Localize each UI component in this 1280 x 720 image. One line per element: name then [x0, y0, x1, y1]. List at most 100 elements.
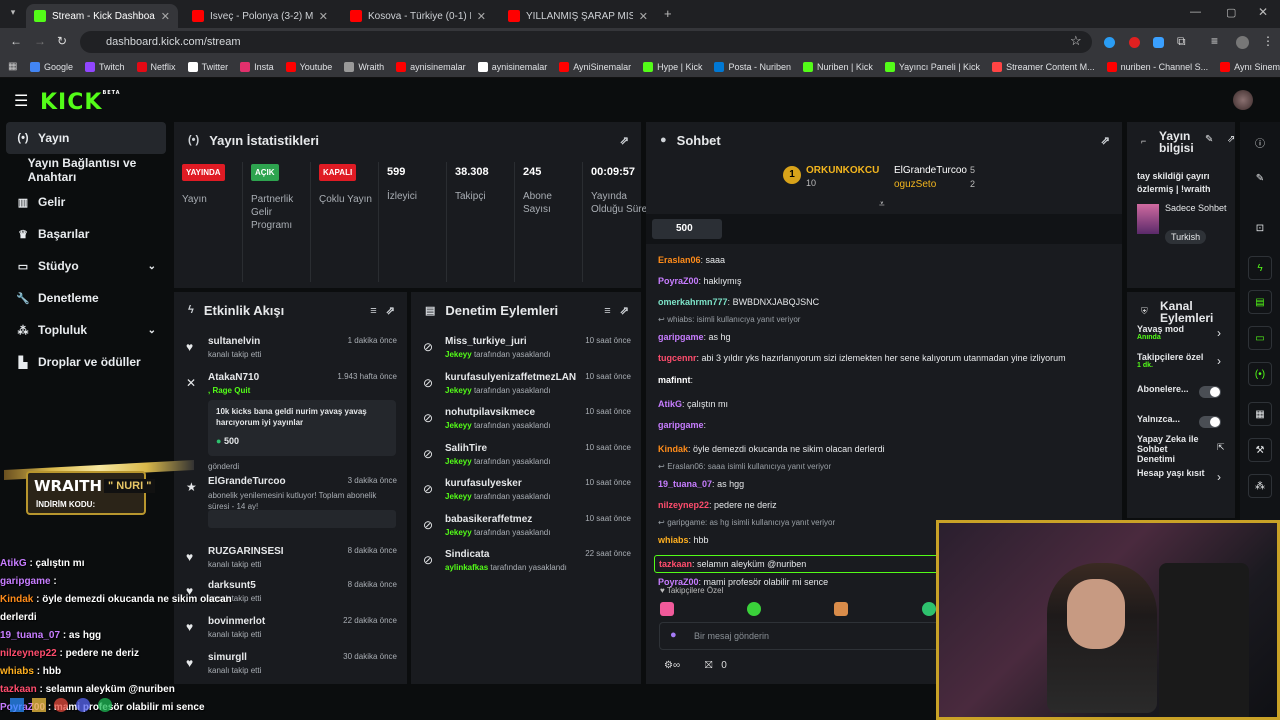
new-tab-button[interactable]: + [664, 6, 672, 21]
hamburger-menu-icon[interactable]: ☰ [14, 91, 28, 111]
profile-avatar[interactable] [1236, 36, 1249, 49]
extension-icon-1[interactable] [1104, 37, 1115, 48]
banned-user[interactable]: kurufasulyesker [445, 478, 522, 489]
filter-and-popout-icons[interactable]: ≡ ⇗ [370, 304, 395, 317]
bookmark-item[interactable]: aynisinemalar [477, 61, 547, 72]
banned-user[interactable]: SalihTire [445, 443, 487, 454]
banned-user[interactable]: Miss_turkiye_juri [445, 336, 527, 347]
bookmark-item[interactable]: Nuriben | Kick [802, 61, 873, 72]
chat-icon[interactable]: ▭ [1248, 326, 1272, 350]
chevron-right-icon[interactable]: › [1217, 470, 1221, 484]
microphone-icon[interactable]: ● [670, 629, 677, 641]
popout-icon[interactable]: ⇗ [1227, 134, 1235, 145]
channel-action-item[interactable]: Takipçilere özel 1 dk. › [1137, 352, 1229, 369]
maximize-button[interactable]: ▢ [1226, 6, 1236, 19]
moderator-name[interactable]: Jekeyy [445, 457, 472, 466]
moderator-name[interactable]: aylinkafkas [445, 563, 488, 572]
tab-search-icon[interactable]: ▾ [6, 7, 20, 21]
reload-icon[interactable]: ↻ [57, 34, 67, 48]
bookmark-item[interactable]: Youtube [285, 61, 332, 72]
pinned-kicks-pill[interactable]: 500 [652, 219, 722, 239]
extensions-puzzle-icon[interactable]: ⧉ [1177, 34, 1186, 49]
info-icon[interactable]: ⓘ [1248, 130, 1272, 154]
bookmark-item[interactable]: nuriben - Channel S... [1106, 61, 1208, 72]
chat-username[interactable]: 19_tuana_07 [658, 479, 712, 489]
chevron-right-icon[interactable]: › [1217, 354, 1221, 368]
gifter-3-name[interactable]: oguzSeto [894, 179, 936, 190]
sidebar-item[interactable]: ▭ Stüdyo ⌄ [0, 250, 172, 282]
lightning-icon[interactable]: ϟ [1248, 256, 1272, 280]
emote-1[interactable] [660, 602, 674, 616]
channel-action-item[interactable]: Yapay Zeka ile Sohbet Denetimi ⇱ [1137, 434, 1229, 464]
category-name[interactable]: Sadece Sohbet [1165, 202, 1231, 214]
bookmark-item[interactable]: Streamer Content M... [992, 61, 1095, 72]
popout-icon[interactable]: ⇗ [1101, 134, 1110, 147]
browser-menu-icon[interactable]: ⋮ [1262, 34, 1274, 48]
gifter-2-name[interactable]: ElGrandeTurcoo [894, 165, 967, 176]
external-link-icon[interactable]: ⇱ [1217, 442, 1225, 453]
chat-username[interactable]: PoyraZ00 [658, 276, 699, 286]
chevron-right-icon[interactable]: › [1217, 326, 1221, 340]
chevron-down-icon[interactable]: ⌄ [148, 261, 156, 272]
moderator-name[interactable]: Jekeyy [445, 386, 472, 395]
banned-user[interactable]: babasikeraffetmez [445, 514, 532, 525]
top-gifter-name[interactable]: ORKUNKOKCU [806, 165, 879, 176]
toggle-switch[interactable] [1199, 416, 1221, 428]
sidebar-item[interactable]: ♛ Başarılar [0, 218, 172, 250]
popout-icon[interactable]: ⇗ [620, 134, 629, 147]
emote-3[interactable] [834, 602, 849, 616]
back-icon[interactable]: ← [10, 34, 22, 48]
edit-icon[interactable]: ✎ [1205, 134, 1213, 145]
sidebar-item[interactable]: Yayın Bağlantısı ve Anahtarı [0, 154, 172, 186]
forward-icon[interactable]: → [34, 34, 46, 48]
bookmark-item[interactable]: Google [30, 61, 73, 72]
bookmark-item[interactable]: Netflix [136, 61, 176, 72]
reading-list-icon[interactable]: ≡ [1211, 34, 1218, 48]
bookmark-item[interactable]: Yayıncı Paneli | Kick [884, 61, 980, 72]
bookmark-item[interactable]: Aynı Sinemalar - Ça... [1220, 61, 1280, 72]
browser-tab[interactable]: Kosova - Türkiye (0-1) Maç Özeti✕ [342, 4, 494, 28]
chevron-down-icon[interactable]: ⌄ [148, 325, 156, 336]
bookmark-item[interactable]: Posta - Nuriben [714, 61, 791, 72]
channel-points-icon[interactable]: ⚙∞ [664, 660, 680, 671]
close-tab-icon[interactable]: ✕ [633, 10, 648, 23]
sidebar-item[interactable]: ▥ Gelir [0, 186, 172, 218]
bookmark-item[interactable]: Twitch [85, 61, 125, 72]
explorer-icon[interactable] [32, 698, 46, 712]
sidebar-item[interactable]: (•) Yayın [6, 122, 166, 154]
windows-start-icon[interactable] [10, 698, 24, 712]
spotify-icon[interactable] [98, 698, 112, 712]
chat-username[interactable]: whiabs [658, 535, 689, 545]
discord-icon[interactable] [76, 698, 90, 712]
browser-tab[interactable]: İsveç - Polonya (3-2) Maç Özeti✕ [184, 4, 336, 28]
collapse-icon[interactable]: ⩡ [879, 199, 885, 210]
banned-user[interactable]: Sindicata [445, 549, 489, 560]
chat-username[interactable]: tazkaan [659, 559, 692, 569]
extension-icon-3[interactable] [1153, 37, 1164, 48]
filter-and-popout-icons[interactable]: ≡ ⇗ [604, 304, 629, 317]
category-thumbnail[interactable] [1137, 204, 1159, 234]
sidebar-item[interactable]: ⁂ Topluluk ⌄ [0, 314, 172, 346]
chat-username[interactable]: garipgame [658, 420, 704, 430]
focus-icon[interactable]: ⊡ [1248, 216, 1272, 240]
chat-username[interactable]: Eraslan06 [658, 255, 701, 265]
banned-user[interactable]: nohutpilavsikmece [445, 407, 535, 418]
url-field[interactable]: dashboard.kick.com/stream [80, 31, 1092, 53]
chat-username[interactable]: nilzeynep22 [658, 500, 709, 510]
close-tab-icon[interactable]: ✕ [155, 10, 170, 23]
apps-grid-icon[interactable]: ▦ [8, 61, 17, 72]
kick-logo[interactable]: KICKBETA [40, 90, 121, 115]
chrome-icon[interactable] [54, 698, 68, 712]
close-tab-icon[interactable]: ✕ [471, 10, 486, 23]
emote-2[interactable] [747, 602, 762, 616]
moderator-name[interactable]: Jekeyy [445, 421, 472, 430]
browser-tab[interactable]: YILLANMIŞ ŞARAP MİSALİ.. | LO✕ [500, 4, 656, 28]
document-icon[interactable]: ▤ [1248, 290, 1272, 314]
chat-username[interactable]: tugcennr [658, 353, 697, 363]
bookmark-star-icon[interactable]: ☆ [1070, 33, 1082, 49]
moderator-name[interactable]: Jekeyy [445, 492, 472, 501]
bookmark-item[interactable]: Wraith [344, 61, 384, 72]
activity-user[interactable]: AtakaN710 [208, 372, 259, 383]
channel-action-item[interactable]: Yavaş mod Anında › [1137, 324, 1229, 341]
bookmark-item[interactable]: AyniSinemalar [559, 61, 631, 72]
